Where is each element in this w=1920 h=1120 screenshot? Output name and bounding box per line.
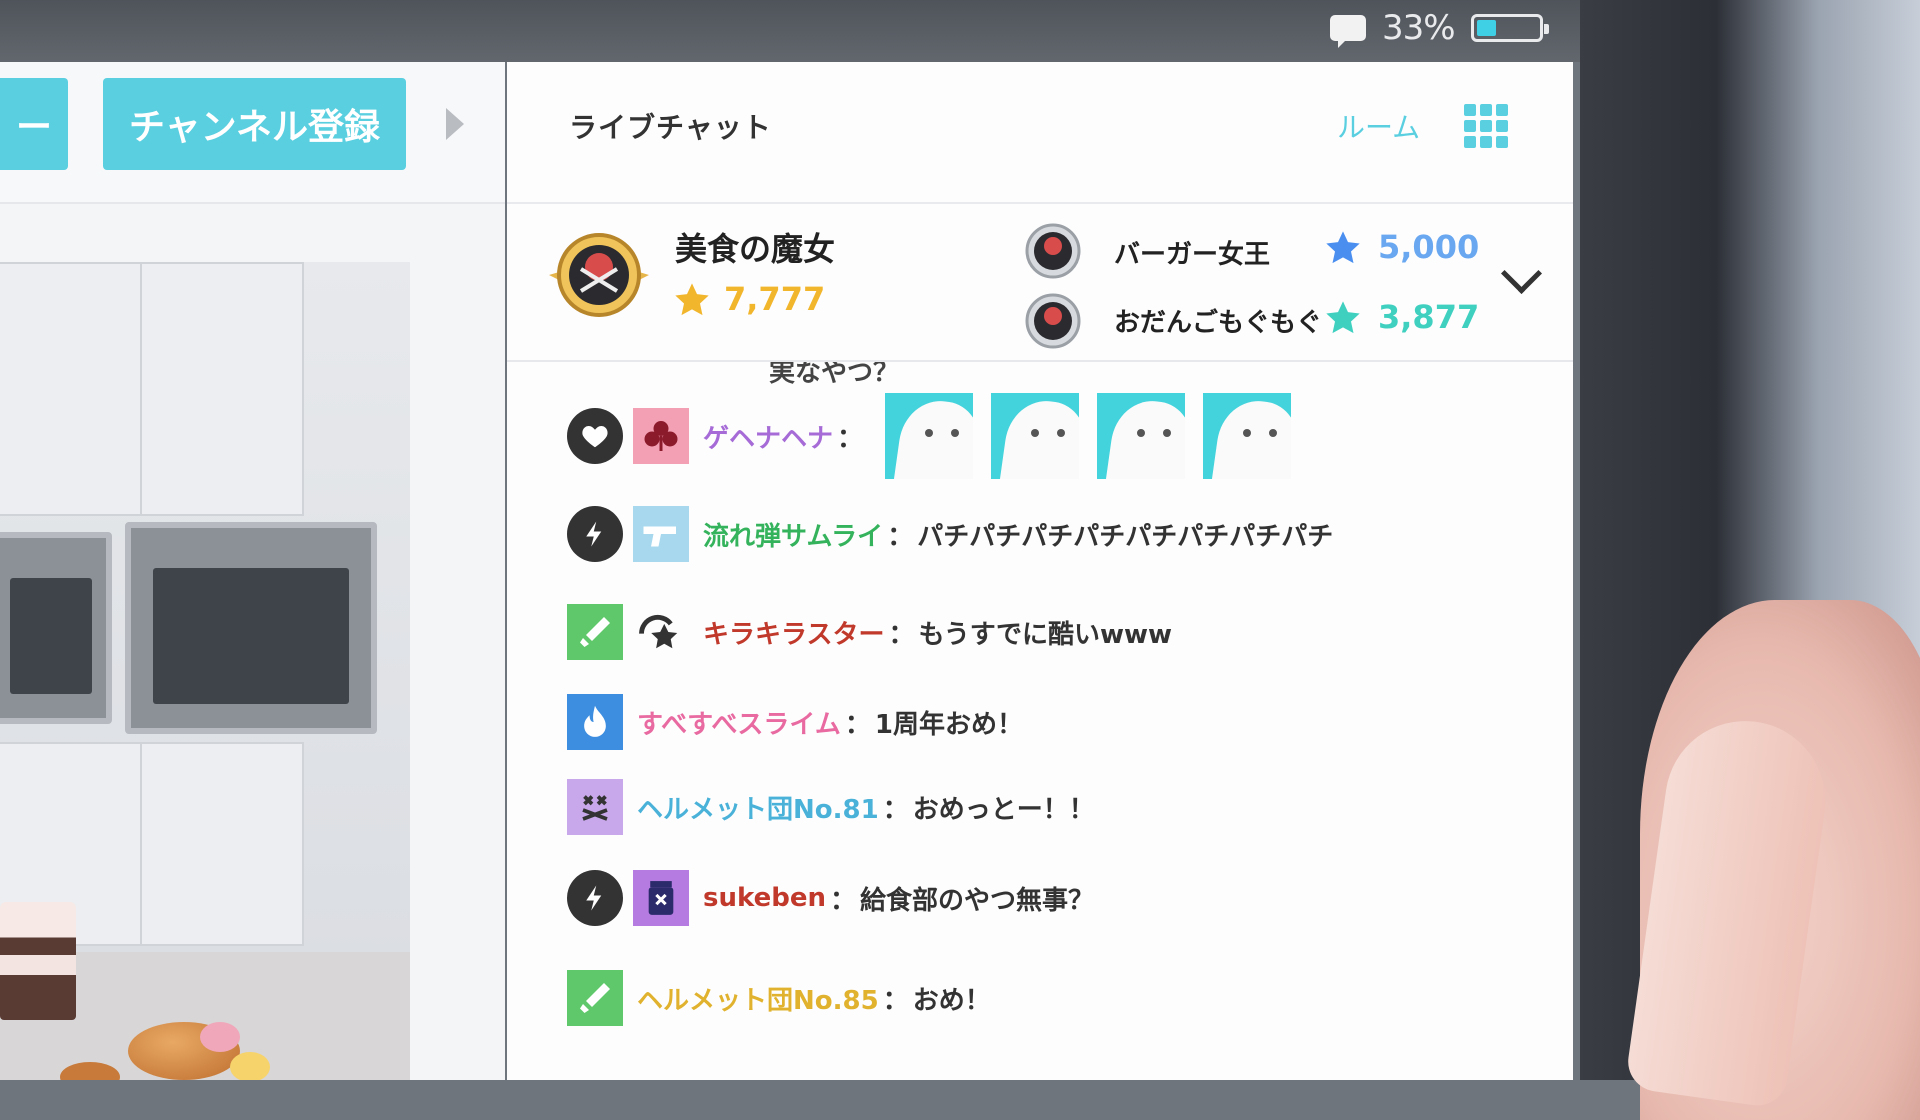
expand-chevron-icon[interactable]: [1500, 252, 1543, 295]
message-icon: [1330, 15, 1366, 48]
cross-face-icon: [567, 779, 623, 835]
battery-percent: 33%: [1382, 8, 1456, 48]
chat-text: もうすでに酷いwww: [918, 619, 1173, 650]
heart-icon: [567, 408, 623, 464]
flame-icon: [567, 694, 623, 750]
chat-text: 1周年おめ！: [874, 709, 1023, 740]
chat-text: おめっとー！！: [912, 794, 1095, 825]
cutoff-message: 実なやつ？: [769, 362, 900, 388]
chat-separator: ：: [882, 985, 909, 1016]
chat-text: 給食部のやつ無事？: [859, 885, 1094, 916]
chat-message-list[interactable]: 実なやつ？ ゲヘナヘナ ： 流れ弾サムライ ： パチパチパチパチパチパチパチパチ…: [507, 362, 1573, 1080]
battery-fill: [1476, 20, 1497, 36]
chat-username[interactable]: すべすべスライム: [637, 704, 841, 741]
macaron: [200, 1022, 240, 1052]
chat-header: ライブチャット ルーム: [507, 62, 1573, 204]
live-chat-panel: ライブチャット ルーム 美食の魔女 7,777 バーガー女王 5,000 おだん: [507, 62, 1573, 1080]
video-toolbar: ー チャンネル登録: [0, 62, 505, 204]
gun-icon: [633, 506, 689, 562]
top-supporter-points: 7,777: [724, 280, 826, 318]
jar-icon: [633, 870, 689, 926]
rank-2-name: バーガー女王: [1114, 240, 1271, 270]
battery-icon: [1470, 14, 1549, 42]
cabinet: [140, 742, 304, 946]
cabinet: [0, 262, 144, 516]
macaron: [230, 1052, 270, 1080]
chat-separator: ：: [844, 709, 871, 740]
chat-title: ライブチャット: [569, 111, 772, 144]
partial-button[interactable]: ー: [0, 78, 68, 170]
status-bar: 33%: [1330, 8, 1549, 48]
club-icon: [633, 408, 689, 464]
sticker-image: [885, 393, 974, 479]
gold-star-icon: [675, 283, 709, 316]
sticker-image: [1203, 393, 1292, 479]
chat-username[interactable]: キラキラスター: [703, 614, 884, 651]
cabinet: [140, 262, 304, 516]
chat-message: すべすべスライム ： 1周年おめ！: [567, 692, 1023, 752]
sticker-image: [1097, 393, 1186, 479]
rank-3-points: 3,877: [1378, 298, 1480, 336]
chat-separator: ：: [829, 885, 856, 916]
chat-message: ゲヘナヘナ ：: [567, 393, 1292, 479]
chat-username[interactable]: ヘルメット団No.85: [637, 980, 879, 1017]
chat-message: sukeben ： 給食部のやつ無事？: [567, 868, 1094, 928]
star-swirl-icon: [633, 604, 689, 660]
lightning-icon: [567, 506, 623, 562]
chat-username[interactable]: 流れ弾サムライ: [703, 516, 883, 553]
lightning-icon: [567, 870, 623, 926]
chat-message: 流れ弾サムライ ： パチパチパチパチパチパチパチパチ: [567, 504, 1333, 564]
sticker-image: [991, 393, 1080, 479]
chat-separator: ：: [888, 619, 915, 650]
chat-separator: ：: [837, 423, 864, 454]
video-frame: [0, 262, 410, 1080]
next-arrow-icon[interactable]: [446, 108, 464, 140]
top-supporter-name: 美食の魔女: [675, 230, 836, 268]
oven: [125, 522, 377, 734]
chat-username[interactable]: sukeben: [703, 883, 826, 913]
chat-username[interactable]: ヘルメット団No.81: [637, 789, 879, 826]
gold-medal-icon: [549, 233, 649, 317]
chat-username[interactable]: ゲヘナヘナ: [703, 418, 833, 455]
chat-message: キラキラスター ： もうすでに酷いwww: [567, 602, 1172, 662]
room-link[interactable]: ルーム: [1337, 106, 1420, 146]
subscribe-button[interactable]: チャンネル登録: [103, 78, 406, 170]
sword-icon: [567, 970, 623, 1026]
rank-2-points: 5,000: [1378, 228, 1480, 266]
bronze-medal-icon: [1025, 293, 1081, 349]
grid-menu-icon[interactable]: [1464, 104, 1508, 148]
chat-separator: ：: [887, 521, 914, 552]
silver-medal-icon: [1025, 223, 1081, 279]
chat-text: パチパチパチパチパチパチパチパチ: [917, 521, 1334, 552]
rank-3-name: おだんごもぐもぐ: [1114, 308, 1323, 338]
chat-separator: ：: [882, 794, 909, 825]
cake: [0, 902, 76, 1020]
oven: [0, 532, 112, 724]
chat-text: おめ！: [912, 985, 991, 1016]
video-panel: ー チャンネル登録: [0, 62, 505, 1080]
sword-icon: [567, 604, 623, 660]
supporter-ranking: 美食の魔女 7,777 バーガー女王 5,000 おだんごもぐもぐ 3,877: [507, 204, 1573, 362]
teal-star-icon: [1326, 301, 1360, 334]
chat-message: ヘルメット団No.85 ： おめ！: [567, 968, 991, 1028]
blue-star-icon: [1326, 231, 1360, 264]
chat-message: ヘルメット団No.81 ： おめっとー！！: [567, 777, 1095, 837]
